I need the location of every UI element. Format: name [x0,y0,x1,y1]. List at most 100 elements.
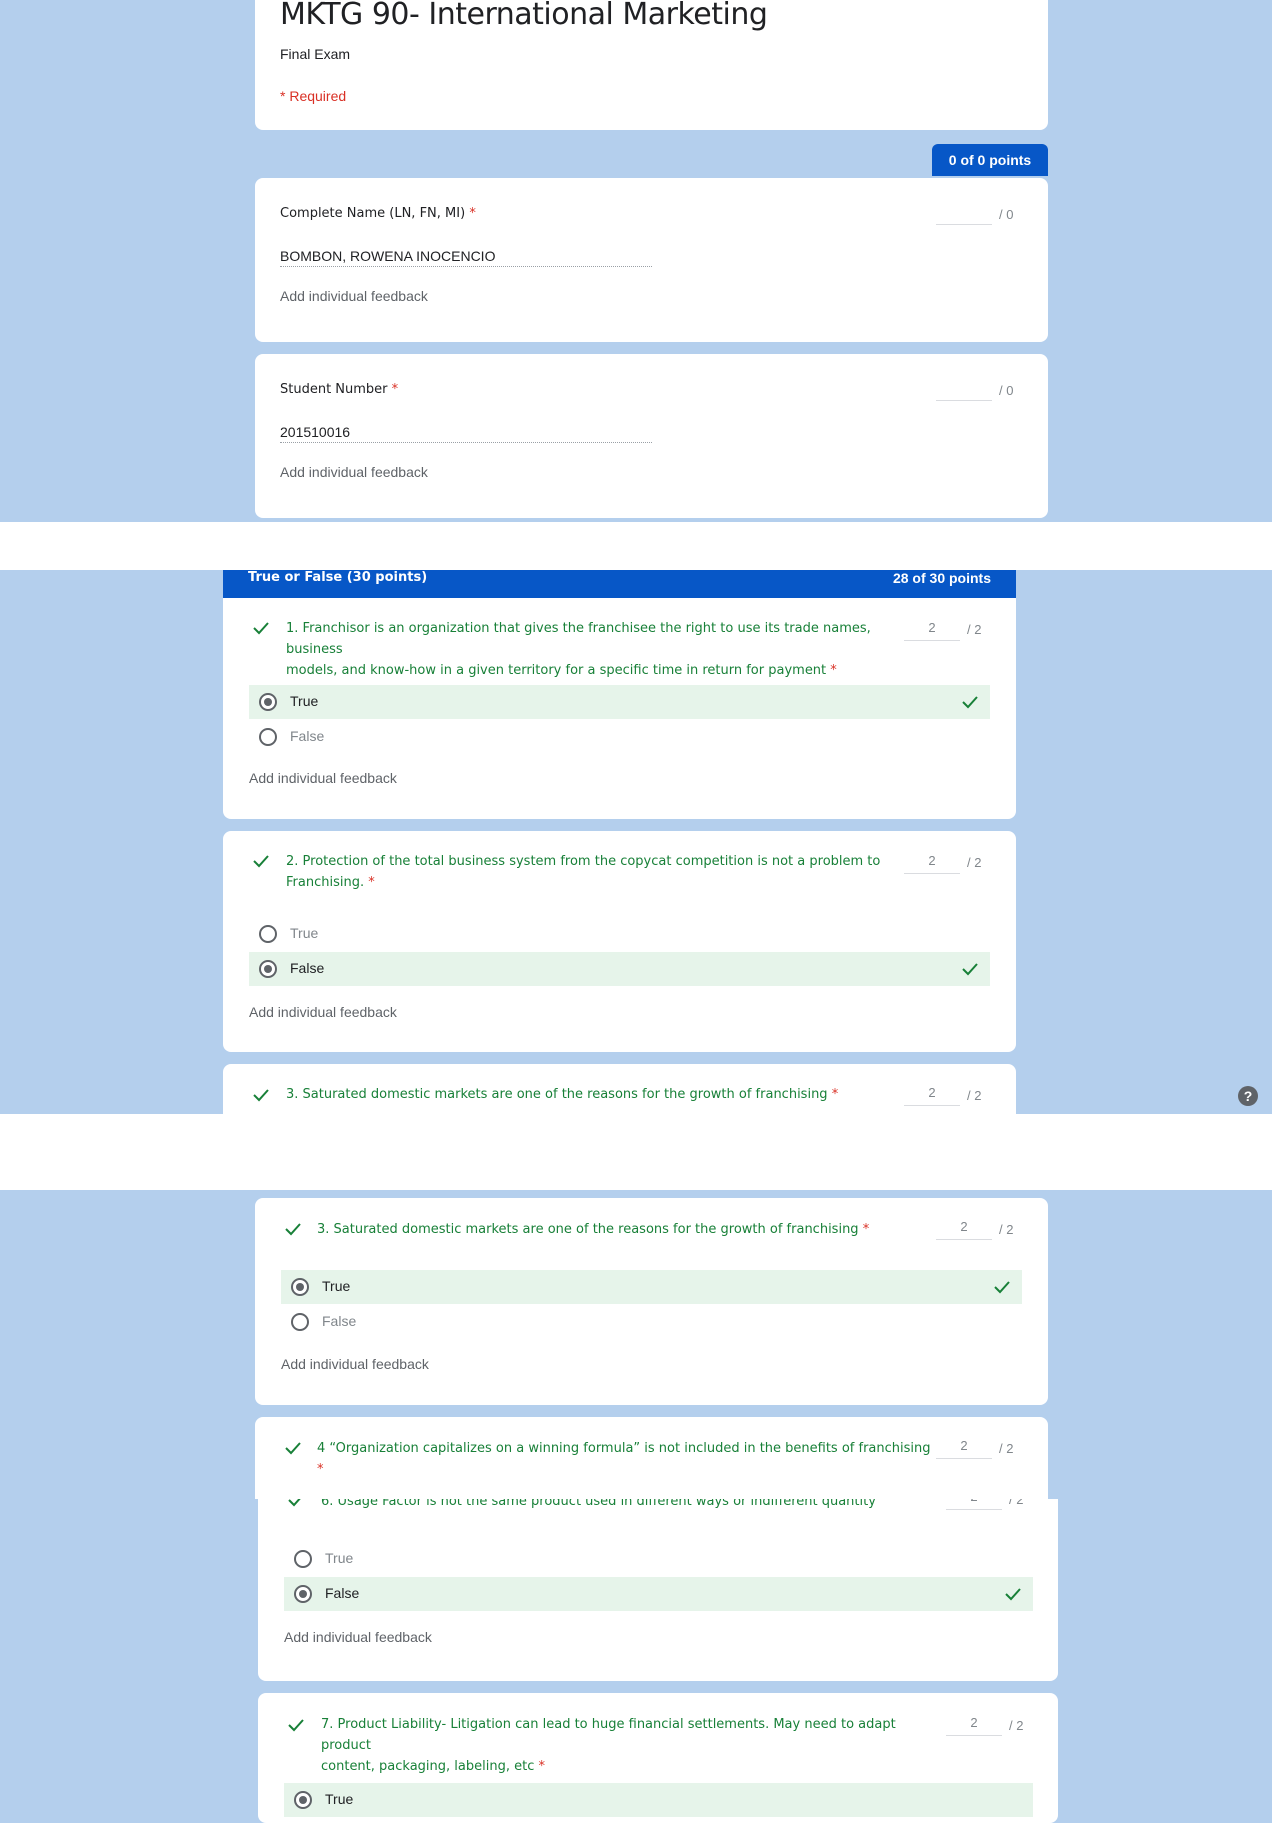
add-feedback-button[interactable]: Add individual feedback [280,288,428,304]
score-max: / 2 [1009,1499,1024,1507]
question-label: Complete Name (LN, FN, MI) * [280,206,476,221]
score-input[interactable]: 2 [936,1438,992,1459]
option-label: True [322,1278,351,1294]
score-input[interactable]: 2 [936,1219,992,1240]
question-text: 4 “Organization capitalizes on a winning… [317,1438,937,1480]
check-icon [962,963,978,976]
question-card-7: 7. Product Liability- Litigation can lea… [258,1693,1058,1823]
screenshot-gap [0,1114,1272,1190]
score-input[interactable] [936,380,992,401]
option-true-row[interactable]: True [249,917,990,951]
score-input[interactable]: 2 [904,1085,960,1106]
answer-value: BOMBON, ROWENA INOCENCIO [280,248,652,267]
check-icon [962,696,978,709]
question-card-3-partial: 3. Saturated domestic markets are one of… [223,1064,1016,1114]
question-line: 4 “Organization capitalizes on a winning… [317,1441,931,1456]
check-icon [253,622,269,635]
question-text: 2. Protection of the total business syst… [286,851,896,893]
question-text: 3. Saturated domestic markets are one of… [286,1084,896,1105]
score-input[interactable]: 2 [904,620,960,641]
radio-icon[interactable] [294,1791,312,1809]
option-label: True [290,925,319,941]
option-true-row[interactable]: True [281,1270,1022,1304]
score-max: / 0 [999,207,1014,222]
option-label: True [325,1550,354,1566]
question-text: 7. Product Liability- Litigation can lea… [321,1714,941,1777]
question-card-6: 6. Usage Factor is not the same product … [258,1499,1058,1681]
score-max: / 0 [999,383,1014,398]
add-feedback-button[interactable]: Add individual feedback [284,1629,432,1645]
question-card-2: 2. Protection of the total business syst… [223,831,1016,1052]
option-false-row[interactable]: False [284,1577,1033,1611]
question-line: 6. Usage Factor is not the same product … [321,1499,876,1509]
student-number-card: Student Number * / 0 201510016 Add indiv… [255,354,1048,518]
score-input[interactable]: 2 [946,1499,1002,1510]
question-card-4: 4 “Organization capitalizes on a winning… [255,1417,1048,1499]
question-line: 7. Product Liability- Litigation can lea… [321,1717,896,1753]
question-line: Franchising. [286,875,365,890]
radio-icon[interactable] [259,693,277,711]
radio-icon[interactable] [259,728,277,746]
required-star: * [862,1222,870,1237]
score-max: / 2 [967,1088,982,1103]
question-label-text: Student Number [280,382,388,397]
add-feedback-button[interactable]: Add individual feedback [280,464,428,480]
question-label: Student Number * [280,382,398,397]
check-icon [288,1499,301,1507]
score-max: / 2 [967,855,982,870]
radio-icon[interactable] [291,1313,309,1331]
option-label: False [325,1585,360,1601]
option-true-row[interactable]: True [284,1542,1033,1576]
check-icon [288,1719,304,1732]
question-label-text: Complete Name (LN, FN, MI) [280,206,466,221]
question-line: 3. Saturated domestic markets are one of… [286,1087,828,1102]
check-icon [253,1089,269,1102]
add-feedback-button[interactable]: Add individual feedback [249,770,397,786]
add-feedback-button[interactable]: Add individual feedback [249,1004,397,1020]
check-icon [285,1442,301,1455]
option-false-row[interactable]: False [281,1305,1022,1339]
required-star: * [391,382,399,397]
question-line: models, and know-how in a given territor… [286,663,827,678]
option-true-row[interactable]: True [249,685,990,719]
option-label: False [290,960,325,976]
required-star: * [830,663,837,678]
option-label: False [322,1313,357,1329]
check-icon [1005,1588,1021,1601]
question-card-1: 1. Franchisor is an organization that gi… [223,598,1016,819]
form-header-card: MKTG 90- International Marketing Final E… [255,0,1048,130]
score-input[interactable]: 2 [946,1715,1002,1736]
option-true-row[interactable]: True [284,1783,1033,1817]
section-header: True or False (30 points) 28 of 30 point… [223,570,1016,598]
radio-icon[interactable] [294,1585,312,1603]
question-line: content, packaging, labeling, etc [321,1759,535,1774]
points-badge: 0 of 0 points [932,144,1048,176]
score-input[interactable] [936,204,992,225]
option-false-row[interactable]: False [249,720,990,754]
section-title: True or False (30 points) [248,570,428,585]
section-score: 28 of 30 points [892,570,991,586]
radio-icon[interactable] [259,960,277,978]
question-text: 1. Franchisor is an organization that gi… [286,618,896,681]
question-card-3: 3. Saturated domestic markets are one of… [255,1198,1048,1405]
radio-icon[interactable] [259,925,277,943]
score-max: / 2 [1009,1718,1024,1733]
question-line: 1. Franchisor is an organization that gi… [286,621,871,657]
option-label: True [325,1791,354,1807]
required-star: * [317,1462,324,1477]
radio-icon[interactable] [294,1550,312,1568]
radio-icon[interactable] [291,1278,309,1296]
form-title: MKTG 90- International Marketing [280,0,768,32]
check-icon [253,855,269,868]
help-icon[interactable]: ? [1238,1086,1258,1106]
question-text: 6. Usage Factor is not the same product … [321,1499,941,1512]
option-false-row[interactable]: False [249,952,990,986]
name-question-card: Complete Name (LN, FN, MI) * / 0 BOMBON,… [255,178,1048,342]
score-input[interactable]: 2 [904,853,960,874]
check-icon [994,1281,1010,1294]
score-max: / 2 [967,622,982,637]
required-star: * [831,1087,839,1102]
screenshot-gap [0,522,1272,570]
option-label: False [290,728,325,744]
add-feedback-button[interactable]: Add individual feedback [281,1356,429,1372]
